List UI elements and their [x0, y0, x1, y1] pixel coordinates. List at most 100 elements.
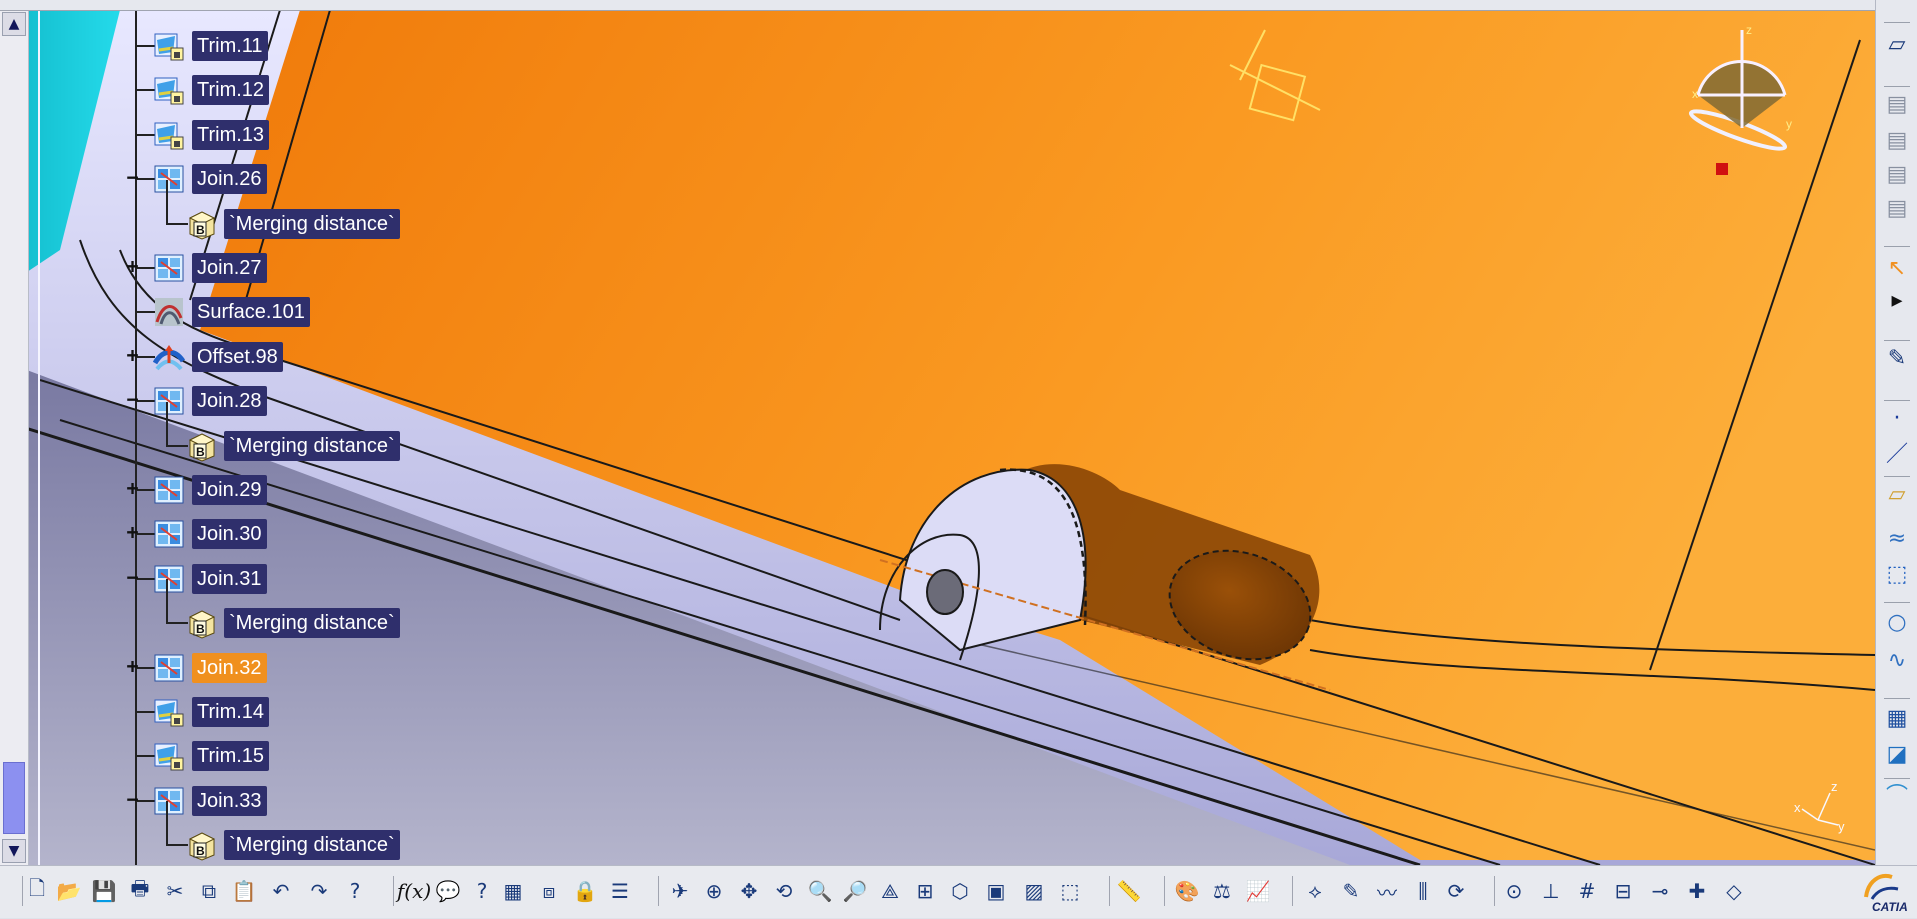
tree-node[interactable]: B `Merging distance`: [0, 180, 420, 241]
iso-view-icon[interactable]: ⬡: [945, 876, 975, 906]
tree-node-label[interactable]: `Merging distance`: [224, 608, 400, 638]
axis-system-icon[interactable]: ⊥: [1536, 876, 1566, 906]
undo-icon[interactable]: ↶: [266, 876, 296, 906]
list-icon[interactable]: ☰: [605, 876, 635, 906]
pan-icon[interactable]: ✥: [734, 876, 764, 906]
tree-node[interactable]: Trim.12: [0, 74, 420, 107]
multi-view-icon[interactable]: ⊞: [910, 876, 940, 906]
tree-node[interactable]: Surface.101: [0, 296, 420, 329]
rotate-icon[interactable]: ⟲: [769, 876, 799, 906]
plane-view-icon[interactable]: ✚: [1682, 876, 1712, 906]
tree-node-label[interactable]: Trim.13: [192, 120, 270, 150]
capture-icon-3[interactable]: ▤: [1882, 159, 1912, 189]
collapse-node-button[interactable]: −: [126, 789, 139, 809]
tree-node[interactable]: − Join.31: [0, 563, 420, 596]
tree-node-label[interactable]: Offset.98: [192, 342, 283, 372]
redo-icon[interactable]: ↷: [304, 876, 334, 906]
tree-node-label[interactable]: Trim.12: [192, 75, 270, 105]
collapse-node-button[interactable]: −: [126, 567, 139, 587]
render-style-icon[interactable]: ▣: [981, 876, 1011, 906]
tree-node-label[interactable]: Join.32: [192, 653, 267, 683]
update-icon[interactable]: ⟳: [1441, 876, 1471, 906]
tree-node-label[interactable]: Join.31: [192, 564, 267, 594]
join-surface-icon[interactable]: ▦: [1882, 703, 1912, 733]
zoom-in-icon[interactable]: 🔍: [805, 876, 835, 906]
tree-node[interactable]: B `Merging distance`: [0, 402, 420, 463]
draft-analysis-icon[interactable]: 〰: [1372, 876, 1402, 906]
tree-node[interactable]: + Join.30: [0, 518, 420, 551]
tree-node-label[interactable]: Join.29: [192, 475, 267, 505]
porcupine-icon[interactable]: ⫼: [1408, 876, 1438, 906]
capture-icon[interactable]: ▤: [1882, 89, 1912, 119]
tree-node-label[interactable]: `Merging distance`: [224, 209, 400, 239]
zoom-out-icon[interactable]: 🔎: [840, 876, 870, 906]
feature-icon[interactable]: ◇: [1719, 876, 1749, 906]
offset-surface-icon[interactable]: ⬚: [1882, 559, 1912, 589]
tree-node-label[interactable]: Join.28: [192, 386, 267, 416]
expand-node-button[interactable]: +: [126, 256, 139, 276]
tree-node-label[interactable]: Join.26: [192, 164, 267, 194]
tree-node[interactable]: + Join.32: [0, 652, 420, 685]
tree-node[interactable]: − Join.33: [0, 785, 420, 818]
circle-icon[interactable]: ○: [1882, 607, 1912, 637]
plane-icon[interactable]: ▱: [1882, 479, 1912, 509]
normal-view-icon[interactable]: ⟁: [875, 876, 905, 906]
comment-icon[interactable]: 💬: [433, 876, 463, 906]
open-file-icon[interactable]: 📂: [54, 876, 84, 906]
tree-node-label[interactable]: `Merging distance`: [224, 431, 400, 461]
tree-node-label[interactable]: Trim.11: [192, 31, 268, 61]
tree-node-label[interactable]: Surface.101: [192, 297, 310, 327]
vertical-scrollbar[interactable]: ▲ ▼: [0, 10, 29, 865]
lock-icon[interactable]: 🔒: [570, 876, 600, 906]
tree-node-label[interactable]: `Merging distance`: [224, 830, 400, 860]
expand-node-button[interactable]: +: [126, 345, 139, 365]
grid-icon[interactable]: #: [1572, 876, 1602, 906]
tree-node[interactable]: + Join.29: [0, 474, 420, 507]
expand-arrow-icon[interactable]: ▸: [1882, 285, 1912, 315]
table-icon[interactable]: ▦: [498, 876, 528, 906]
fit-all-icon[interactable]: ⊕: [699, 876, 729, 906]
capture-icon-2[interactable]: ▤: [1882, 125, 1912, 155]
scroll-thumb[interactable]: [3, 762, 25, 834]
paste-icon[interactable]: 📋: [229, 876, 259, 906]
apply-material-icon[interactable]: 🎨: [1172, 876, 1202, 906]
design-table-icon[interactable]: ⧈: [534, 876, 564, 906]
tree-node-label[interactable]: Trim.15: [192, 741, 270, 771]
specification-tree[interactable]: Trim.11 Trim.12 Trim.13 − Join.26 B `Merging d…: [0, 0, 420, 865]
scroll-down-button[interactable]: ▼: [2, 839, 26, 863]
tree-node[interactable]: + Join.27: [0, 252, 420, 285]
hide-show-icon[interactable]: ▨: [1019, 876, 1049, 906]
scroll-up-button[interactable]: ▲: [2, 12, 26, 36]
expand-node-button[interactable]: +: [126, 656, 139, 676]
3d-viewport[interactable]: z x y z x y Trim.11 Trim.12 Trim.13 − Join.2…: [0, 0, 1875, 865]
work-on-support-icon[interactable]: ⊟: [1608, 876, 1638, 906]
tree-node[interactable]: − Join.28: [0, 385, 420, 418]
curvature-icon[interactable]: ✎: [1336, 876, 1366, 906]
measure-icon[interactable]: 📏: [1114, 876, 1144, 906]
capture-icon-4[interactable]: ▤: [1882, 193, 1912, 223]
compass-manip-icon[interactable]: ⊙: [1499, 876, 1529, 906]
tree-node[interactable]: Trim.13: [0, 119, 420, 152]
collapse-node-button[interactable]: −: [126, 167, 139, 187]
extrude-surface-icon[interactable]: ≈: [1882, 523, 1912, 553]
line-icon[interactable]: ／: [1882, 437, 1912, 467]
copy-icon[interactable]: ⧉: [194, 876, 224, 906]
select-arrow-icon[interactable]: ↖: [1882, 253, 1912, 283]
healing-icon[interactable]: ◪: [1882, 739, 1912, 769]
spline-icon[interactable]: ∿: [1882, 645, 1912, 675]
fly-mode-icon[interactable]: ✈: [665, 876, 695, 906]
connect-checker-icon[interactable]: ⟡: [1300, 876, 1330, 906]
tree-node-label[interactable]: Join.27: [192, 253, 267, 283]
print-icon[interactable]: 🖶: [125, 876, 155, 906]
tree-node-label[interactable]: Trim.14: [192, 697, 270, 727]
snap-icon[interactable]: ⊸: [1645, 876, 1675, 906]
new-file-icon[interactable]: 🗋: [22, 876, 52, 906]
expand-node-button[interactable]: +: [126, 522, 139, 542]
tree-node[interactable]: B `Merging distance`: [0, 801, 420, 862]
expand-node-button[interactable]: +: [126, 478, 139, 498]
cut-icon[interactable]: ✂: [160, 876, 190, 906]
formula-icon[interactable]: f(x): [397, 876, 431, 906]
mass-icon[interactable]: ⚖: [1207, 876, 1237, 906]
tree-node[interactable]: Trim.14: [0, 696, 420, 729]
compass-widget[interactable]: z x y: [1660, 20, 1800, 200]
